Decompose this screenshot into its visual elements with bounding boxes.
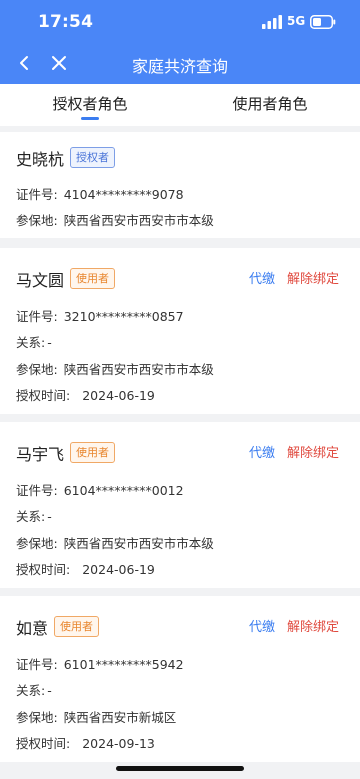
unbind-link[interactable]: 解除绑定 bbox=[287, 268, 339, 287]
user-card: 如意 使用者 代缴 解除绑定 证件号: 6101*********5942 关系:… bbox=[0, 596, 360, 762]
place-value: 陕西省西安市新城区 bbox=[63, 710, 177, 725]
pay-on-behalf-link[interactable]: 代缴 bbox=[249, 616, 275, 635]
id-label: 证件号: bbox=[16, 657, 58, 672]
user-place-row: 参保地: 陕西省西安市新城区 bbox=[16, 707, 176, 726]
time-value: 2024-06-19 bbox=[82, 388, 155, 403]
tab-user[interactable]: 使用者角色 bbox=[180, 93, 360, 114]
authorizer-badge: 授权者 bbox=[70, 147, 115, 168]
user-time-row: 授权时间: 2024-06-19 bbox=[16, 385, 155, 404]
id-value: 6104*********0012 bbox=[63, 483, 184, 498]
header: 17:54 5G 家庭共济查询 bbox=[0, 0, 360, 84]
user-card: 马文圆 使用者 代缴 解除绑定 证件号: 3210*********0857 关系… bbox=[0, 248, 360, 414]
tab-active-indicator bbox=[81, 117, 99, 120]
authorizer-place-row: 参保地: 陕西省西安市西安市市本级 bbox=[16, 210, 214, 229]
pay-on-behalf-link[interactable]: 代缴 bbox=[249, 268, 275, 287]
relation-label: 关系: bbox=[16, 335, 46, 350]
time-value: 2024-06-19 bbox=[82, 562, 155, 577]
time-label: 授权时间: bbox=[16, 562, 71, 577]
time-label: 授权时间: bbox=[16, 736, 71, 751]
place-label: 参保地: bbox=[16, 362, 58, 377]
tab-authorizer[interactable]: 授权者角色 bbox=[0, 93, 180, 114]
user-relation-row: 关系: - bbox=[16, 680, 52, 699]
user-name: 如意 bbox=[16, 619, 49, 638]
user-name: 马文圆 bbox=[16, 271, 65, 290]
time-label: 授权时间: bbox=[16, 388, 71, 403]
place-label: 参保地: bbox=[16, 213, 58, 228]
unbind-link[interactable]: 解除绑定 bbox=[287, 442, 339, 461]
role-tabs: 授权者角色 使用者角色 bbox=[0, 84, 360, 126]
user-id-row: 证件号: 3210*********0857 bbox=[16, 306, 184, 325]
page-title: 家庭共济查询 bbox=[131, 57, 228, 76]
user-relation-row: 关系: - bbox=[16, 332, 52, 351]
user-place-row: 参保地: 陕西省西安市西安市市本级 bbox=[16, 359, 214, 378]
network-type: 5G bbox=[287, 14, 306, 28]
user-name: 马宇飞 bbox=[16, 445, 65, 464]
user-time-row: 授权时间: 2024-06-19 bbox=[16, 559, 155, 578]
status-bar: 17:54 5G bbox=[0, 0, 360, 44]
authorizer-card: 史晓杭 授权者 证件号: 4104*********9078 参保地: 陕西省西安市… bbox=[0, 132, 360, 238]
user-id-row: 证件号: 6104*********0012 bbox=[16, 480, 184, 499]
user-badge: 使用者 bbox=[70, 442, 115, 463]
id-value: 3210*********0857 bbox=[63, 309, 184, 324]
place-value: 陕西省西安市西安市市本级 bbox=[63, 536, 214, 551]
user-card: 马宇飞 使用者 代缴 解除绑定 证件号: 6104*********0012 关系… bbox=[0, 422, 360, 588]
place-value: 陕西省西安市西安市市本级 bbox=[63, 213, 214, 228]
id-value: 4104*********9078 bbox=[63, 187, 184, 202]
status-time: 17:54 bbox=[38, 12, 94, 32]
user-id-row: 证件号: 6101*********5942 bbox=[16, 654, 184, 673]
home-indicator[interactable] bbox=[116, 766, 244, 771]
id-label: 证件号: bbox=[16, 187, 58, 202]
signal-icon bbox=[262, 15, 282, 29]
id-label: 证件号: bbox=[16, 309, 58, 324]
user-time-row: 授权时间: 2024-09-13 bbox=[16, 733, 155, 752]
time-value: 2024-09-13 bbox=[82, 736, 155, 751]
user-relation-row: 关系: - bbox=[16, 506, 52, 525]
user-badge: 使用者 bbox=[54, 616, 99, 637]
id-value: 6101*********5942 bbox=[63, 657, 184, 672]
place-value: 陕西省西安市西安市市本级 bbox=[63, 362, 214, 377]
relation-label: 关系: bbox=[16, 683, 46, 698]
authorizer-id-row: 证件号: 4104*********9078 bbox=[16, 184, 184, 203]
user-place-row: 参保地: 陕西省西安市西安市市本级 bbox=[16, 533, 214, 552]
battery-icon bbox=[310, 15, 336, 29]
relation-value: - bbox=[47, 683, 52, 698]
relation-value: - bbox=[47, 509, 52, 524]
user-badge: 使用者 bbox=[70, 268, 115, 289]
relation-value: - bbox=[47, 335, 52, 350]
place-label: 参保地: bbox=[16, 710, 58, 725]
unbind-link[interactable]: 解除绑定 bbox=[287, 616, 339, 635]
id-label: 证件号: bbox=[16, 483, 58, 498]
nav-bar: 家庭共济查询 bbox=[0, 44, 360, 84]
relation-label: 关系: bbox=[16, 509, 46, 524]
authorizer-name: 史晓杭 bbox=[16, 150, 65, 169]
place-label: 参保地: bbox=[16, 536, 58, 551]
pay-on-behalf-link[interactable]: 代缴 bbox=[249, 442, 275, 461]
